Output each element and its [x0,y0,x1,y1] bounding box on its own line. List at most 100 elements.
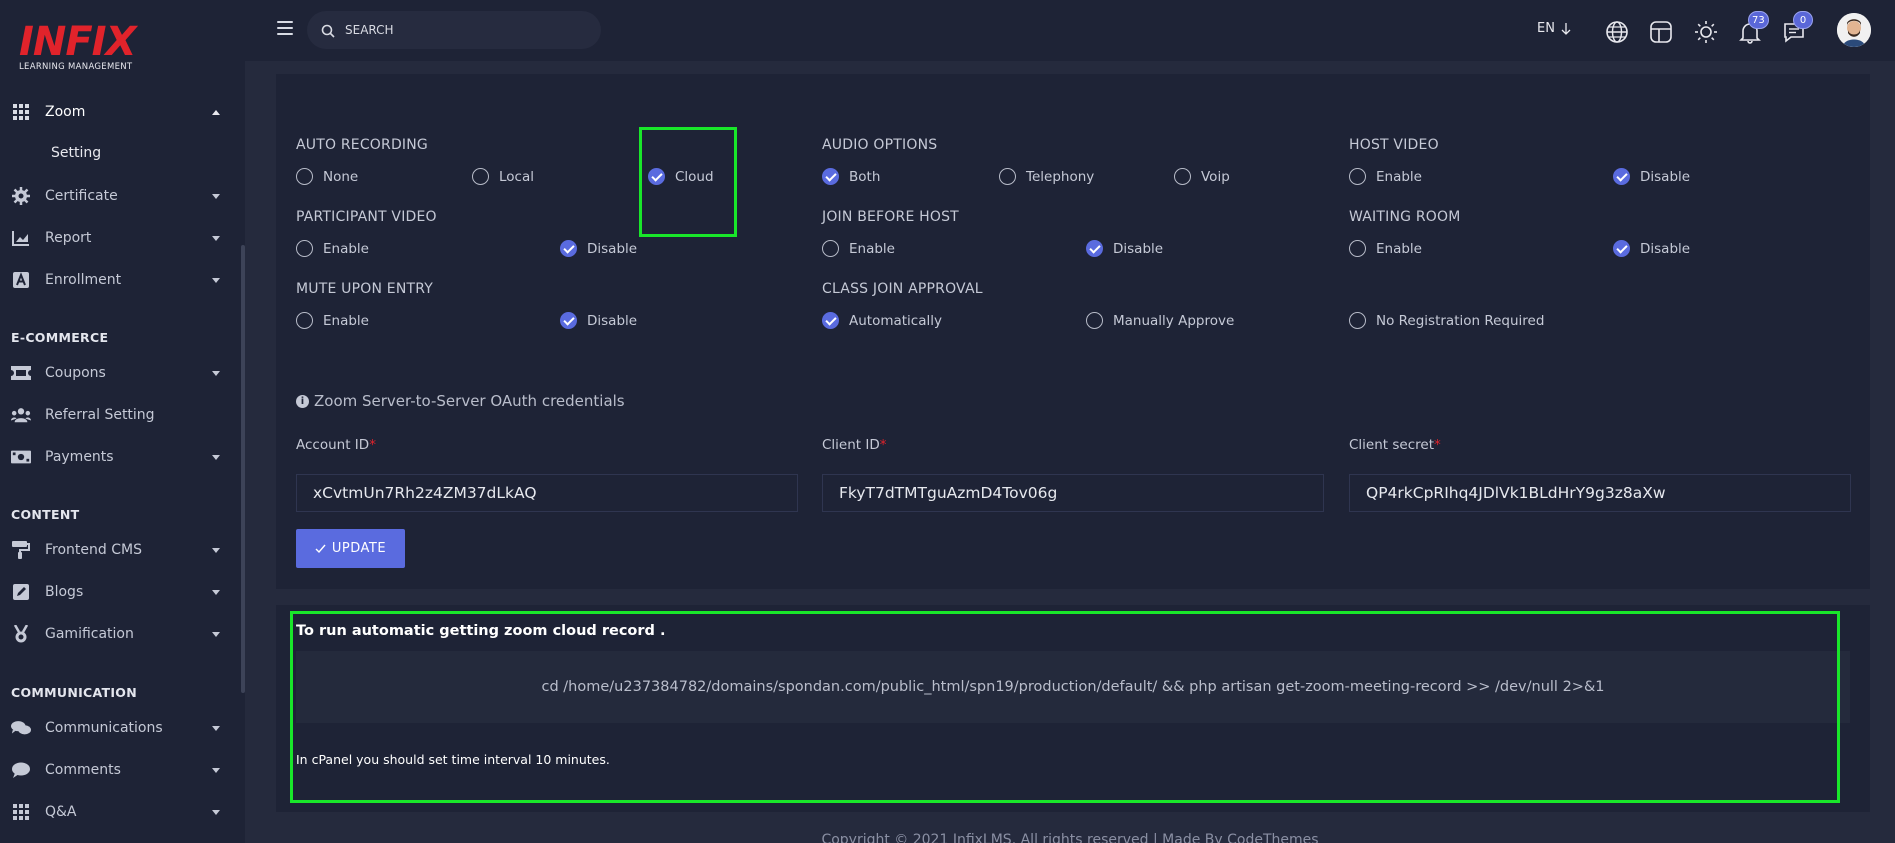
chevron-down-icon [212,277,220,283]
sidebar-item-certificate[interactable]: Certificate [0,179,235,213]
chevron-down-icon [212,767,220,773]
auto-recording-title: AUTO RECORDING [296,137,428,153]
audio-options-voip[interactable]: Voip [1174,168,1230,185]
grid-icon [11,102,31,122]
radio-icon [822,240,839,257]
radio-checked-icon [822,312,839,329]
check-icon [315,544,326,553]
sidebar-item-payments[interactable]: Payments [0,440,235,474]
highlight-box-cron [290,611,1840,803]
radio-icon [296,312,313,329]
sidebar-item-label: Comments [45,762,121,778]
radio-icon [296,240,313,257]
sidebar-item-label: Q&A [45,804,77,820]
chevron-down-icon [212,547,220,553]
host-video-disable[interactable]: Disable [1613,168,1690,185]
highlight-box-cloud [639,127,737,237]
sidebar-item-gamification[interactable]: Gamification [0,617,235,651]
sidebar-scrollbar[interactable] [241,245,245,693]
chevron-down-icon [212,589,220,595]
account-id-label: Account ID* [296,437,376,453]
radio-checked-icon [1086,240,1103,257]
chat-bubbles-icon [11,718,31,738]
sidebar-heading-ecommerce: E-COMMERCE [11,330,109,345]
client-secret-input[interactable] [1349,474,1851,512]
sidebar-item-label: Enrollment [45,272,122,288]
update-button[interactable]: UPDATE [296,529,405,568]
join-before-host-enable[interactable]: Enable [822,240,895,257]
radio-checked-icon [1613,240,1630,257]
mute-upon-entry-title: MUTE UPON ENTRY [296,281,434,297]
sidebar-item-label: Zoom [45,104,86,120]
radio-checked-icon [560,240,577,257]
sidebar-item-label: Gamification [45,626,134,642]
join-before-host-disable[interactable]: Disable [1086,240,1163,257]
auto-recording-local[interactable]: Local [472,168,534,185]
avatar[interactable] [1837,13,1871,47]
letter-a-icon [11,270,31,290]
participant-video-enable[interactable]: Enable [296,240,369,257]
radio-checked-icon [560,312,577,329]
edit-icon [11,582,31,602]
chevron-down-icon [212,725,220,731]
mute-upon-entry-disable[interactable]: Disable [560,312,637,329]
sidebar-item-communications[interactable]: Communications [0,711,235,745]
chevron-down-icon [212,370,220,376]
sidebar: INFIX LEARNING MANAGEMENT Zoom Setting C… [0,0,245,843]
radio-icon [296,168,313,185]
sidebar-item-frontend-cms[interactable]: Frontend CMS [0,533,235,567]
sidebar-item-enrollment[interactable]: Enrollment [0,263,235,297]
radio-icon [999,168,1016,185]
sidebar-item-blogs[interactable]: Blogs [0,575,235,609]
account-id-input[interactable] [296,474,798,512]
waiting-room-title: WAITING ROOM [1349,209,1461,225]
class-join-approval-title: CLASS JOIN APPROVAL [822,281,983,297]
chevron-down-icon [212,193,220,199]
search-input[interactable] [345,11,585,49]
sidebar-item-referral-setting[interactable]: Referral Setting [0,398,235,432]
chevron-down-icon [212,454,220,460]
waiting-room-disable[interactable]: Disable [1613,240,1690,257]
hamburger-menu-icon[interactable] [277,21,293,35]
layout-icon[interactable] [1649,20,1673,44]
waiting-room-enable[interactable]: Enable [1349,240,1422,257]
radio-icon [1349,312,1366,329]
sidebar-item-label: Report [45,230,92,246]
client-id-label: Client ID* [822,437,887,453]
radio-checked-icon [1613,168,1630,185]
audio-options-telephony[interactable]: Telephony [999,168,1094,185]
sidebar-item-coupons[interactable]: Coupons [0,356,235,390]
class-join-approval-automatically[interactable]: Automatically [822,312,942,329]
audio-options-both[interactable]: Both [822,168,880,185]
logo-text: INFIX [19,19,136,65]
host-video-enable[interactable]: Enable [1349,168,1422,185]
sidebar-heading-communication: COMMUNICATION [11,685,137,700]
sidebar-item-zoom[interactable]: Zoom [0,95,235,129]
client-id-input[interactable] [822,474,1324,512]
ticket-icon [11,363,31,383]
globe-icon[interactable] [1605,20,1629,44]
mute-upon-entry-enable[interactable]: Enable [296,312,369,329]
logo[interactable]: INFIX LEARNING MANAGEMENT [19,20,139,72]
sidebar-item-report[interactable]: Report [0,221,235,255]
radio-icon [1086,312,1103,329]
sidebar-item-label: Certificate [45,188,118,204]
sidebar-item-qa[interactable]: Q&A [0,795,235,829]
comment-icon [11,760,31,780]
participant-video-disable[interactable]: Disable [560,240,637,257]
sidebar-item-label: Frontend CMS [45,542,142,558]
footer-copyright: Copyright © 2021 InfixLMS. All rights re… [821,832,1319,843]
language-selector[interactable]: EN [1537,21,1571,36]
sidebar-item-comments[interactable]: Comments [0,753,235,787]
auto-recording-none[interactable]: None [296,168,358,185]
radio-icon [472,168,489,185]
class-join-approval-manually[interactable]: Manually Approve [1086,312,1234,329]
sidebar-item-label: Coupons [45,365,106,381]
sidebar-subitem-setting[interactable]: Setting [51,145,101,161]
radio-checked-icon [822,168,839,185]
sidebar-heading-content: CONTENT [11,507,80,522]
users-icon [11,405,31,425]
chevron-down-icon [212,235,220,241]
sun-icon[interactable] [1694,20,1718,44]
class-join-approval-no-registration[interactable]: No Registration Required [1349,312,1544,329]
